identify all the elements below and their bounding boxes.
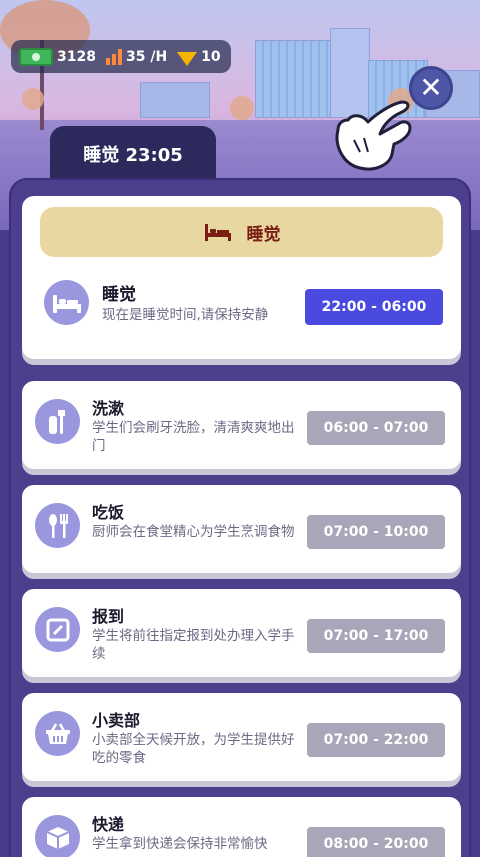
- current-activity-card: 睡觉 睡觉 现在是睡觉时间,请保持安静 22:00 - 06:00: [22, 196, 461, 359]
- current-activity-desc: 现在是睡觉时间,请保持安静: [102, 307, 269, 323]
- package-icon: [35, 815, 80, 857]
- schedule-card[interactable]: 吃饭 厨师会在食堂精心为学生烹调食物 07:00 - 10:00: [22, 485, 461, 573]
- pointing-glove-icon: [335, 100, 412, 171]
- utensils-icon: [35, 503, 80, 548]
- income-value: 35 /H: [125, 48, 168, 65]
- schedule-time: 08:00 - 20:00: [307, 827, 445, 857]
- schedule-desc: 学生将前往指定报到处办理入学手续: [92, 628, 295, 662]
- edit-note-icon: [35, 607, 80, 652]
- schedule-card[interactable]: 洗漱 学生们会刷牙洗脸，清清爽爽地出门 06:00 - 07:00: [22, 381, 461, 469]
- basket-icon: [35, 711, 80, 756]
- schedule-card[interactable]: 小卖部 小卖部全天候开放，为学生提供好吃的零食 07:00 - 22:00: [22, 693, 461, 781]
- building: [140, 82, 210, 118]
- current-activity-title: 睡觉: [102, 285, 136, 305]
- income-counter: 35 /H: [105, 48, 168, 65]
- bed-icon: [52, 294, 81, 313]
- schedule-card[interactable]: 快递 学生拿到快递会保持非常愉快 08:00 - 20:00: [22, 797, 461, 857]
- schedule-desc: 小卖部全天候开放，为学生提供好吃的零食: [92, 732, 295, 766]
- tree: [230, 96, 254, 120]
- schedule-card[interactable]: 报到 学生将前往指定报到处办理入学手续 07:00 - 17:00: [22, 589, 461, 677]
- schedule-time: 07:00 - 22:00: [307, 723, 445, 757]
- schedule-title: 小卖部: [92, 711, 141, 730]
- cash-counter: 3128: [19, 47, 96, 66]
- tree: [22, 88, 44, 110]
- close-icon: ✕: [419, 71, 443, 104]
- gem-counter: 10: [177, 48, 221, 66]
- schedule-title: 洗漱: [92, 399, 125, 418]
- diamond-icon: [177, 51, 198, 66]
- current-activity-tab: 睡觉 23:05: [50, 126, 216, 182]
- income-chart-icon: [105, 48, 122, 65]
- close-button[interactable]: ✕: [409, 66, 453, 110]
- schedule-desc: 学生们会刷牙洗脸，清清爽爽地出门: [92, 420, 295, 454]
- toothbrush-icon: [35, 399, 80, 444]
- building: [255, 40, 335, 118]
- sleep-activity-icon: [44, 280, 89, 325]
- schedule-title: 报到: [92, 607, 125, 626]
- schedule-time: 07:00 - 17:00: [307, 619, 445, 653]
- current-activity-time: 22:00 - 06:00: [305, 289, 443, 325]
- gem-value: 10: [201, 48, 221, 65]
- schedule-time: 07:00 - 10:00: [307, 515, 445, 549]
- schedule-title: 快递: [92, 815, 125, 834]
- schedule-time: 06:00 - 07:00: [307, 411, 445, 445]
- schedule-title: 吃饭: [92, 503, 125, 522]
- current-activity-banner: 睡觉: [40, 207, 443, 257]
- cash-value: 3128: [57, 48, 96, 65]
- cash-icon: [19, 47, 53, 66]
- banner-label: 睡觉: [246, 224, 281, 245]
- tab-label: 睡觉 23:05: [83, 145, 183, 166]
- bed-icon: [204, 224, 231, 241]
- schedule-desc: 厨师会在食堂精心为学生烹调食物: [92, 524, 295, 540]
- schedule-desc: 学生拿到快递会保持非常愉快: [92, 836, 268, 852]
- resource-bar: 3128 35 /H 10: [11, 40, 231, 73]
